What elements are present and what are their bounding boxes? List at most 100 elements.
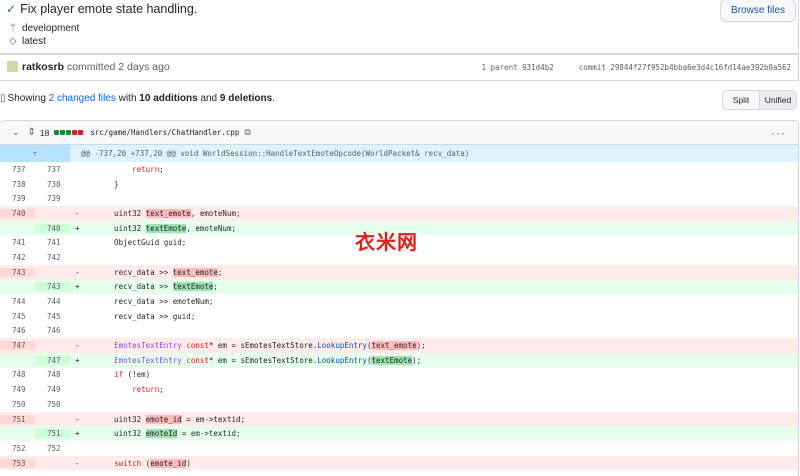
expand-icon[interactable]: ⇕ <box>28 127 36 138</box>
branch-icon: ᛘ <box>10 23 16 34</box>
new-line-number[interactable]: 743 <box>35 282 70 292</box>
browse-files-button[interactable]: Browse files <box>720 0 796 22</box>
new-line-number[interactable]: 749 <box>35 385 70 394</box>
tag-icon: ⬦ <box>9 36 17 47</box>
context-line: 745 745 recv_data >> guid; <box>0 309 798 324</box>
tag-row[interactable]: ⬦ latest <box>7 36 46 47</box>
deletions-count: 9 deletions <box>219 93 273 104</box>
new-line-number[interactable]: 741 <box>35 238 70 247</box>
context-line: 749 749 return; <box>0 382 798 397</box>
added-line: 751 + uint32 emoteId = em->textid; <box>0 426 798 442</box>
deleted-line: 740 - uint32 text_emote, emoteNum; <box>0 206 798 221</box>
new-line-number[interactable]: 742 <box>35 253 70 262</box>
kebab-menu-icon[interactable]: ··· <box>771 126 786 140</box>
commit-meta: 1 parent 931d4b2 commit 29844f27f952b4bb… <box>481 63 791 72</box>
new-line-number[interactable]: 748 <box>35 370 70 379</box>
code-text: switch (emote_id) <box>114 458 191 468</box>
hunk-header: ⇡ @@ -737,20 +737,20 @@ void WorldSessio… <box>0 145 798 162</box>
code-text: EmotesTextEntry const* em = sEmotesTextS… <box>114 355 422 365</box>
new-line-number[interactable]: 752 <box>35 444 70 453</box>
old-line-number[interactable]: 740 <box>0 208 35 218</box>
new-line-number[interactable]: 739 <box>35 194 70 203</box>
branch-name[interactable]: development <box>22 23 79 34</box>
old-line-number[interactable]: 738 <box>0 180 35 189</box>
tag-name[interactable]: latest <box>22 36 46 47</box>
old-line-number[interactable]: 752 <box>0 444 35 453</box>
unified-view-button[interactable]: Unified <box>760 91 796 109</box>
old-line-number[interactable]: 750 <box>0 400 35 409</box>
context-line: 738 738 } <box>0 177 798 192</box>
added-line: 743 + recv_data >> textEmote; <box>0 279 798 295</box>
code-text: recv_data >> textEmote; <box>96 282 218 292</box>
avatar[interactable] <box>7 61 18 72</box>
file-diff-icon: ▯ <box>0 93 6 104</box>
new-line-number[interactable]: 744 <box>35 297 70 306</box>
changes-count: 18 <box>39 127 50 138</box>
check-icon: ✓ <box>6 2 17 16</box>
context-line: 750 750 <box>0 397 798 412</box>
context-line: 746 746 <box>0 324 798 339</box>
author-line: ratkosrb committed 2 days ago <box>22 61 170 73</box>
diff-sign: + <box>75 282 80 292</box>
watermark: 衣米网 <box>355 230 418 254</box>
commit-sha: 29844f27f952b4bba6e3d4c16fd14ae392b0a562 <box>610 63 791 72</box>
deleted-line: 743 - recv_data >> text_emote; <box>0 264 798 280</box>
diff-sign: - <box>75 458 80 468</box>
diff-sign: - <box>75 267 80 277</box>
code-text: return; <box>132 164 164 174</box>
expand-up-icon[interactable]: ⇡ <box>0 145 70 162</box>
diff-sign: - <box>75 341 80 351</box>
additions-count: 10 additions <box>139 93 198 104</box>
old-line-number[interactable]: 751 <box>0 414 35 424</box>
old-line-number[interactable]: 739 <box>0 194 35 203</box>
file-path[interactable]: src/game/Handlers/ChatHandler.cpp <box>90 128 239 137</box>
new-line-number[interactable]: 745 <box>35 312 70 321</box>
code-text: uint32 text_emote, emoteNum; <box>96 208 241 218</box>
old-line-number[interactable]: 737 <box>0 165 35 174</box>
committed-time: committed 2 days ago <box>66 61 170 73</box>
old-line-number[interactable]: 749 <box>0 385 35 394</box>
context-line: 739 739 <box>0 191 798 206</box>
old-line-number[interactable]: 742 <box>0 253 35 262</box>
parent-sha[interactable]: 931d4b2 <box>522 63 554 72</box>
old-line-number[interactable]: 744 <box>0 297 35 306</box>
diff-view-toggle: Split Unified <box>722 90 797 110</box>
old-line-number[interactable]: 746 <box>0 326 35 335</box>
new-line-number[interactable]: 747 <box>35 355 70 365</box>
code-text: uint32 textEmote, emoteNum; <box>96 223 236 233</box>
diff-stats: ▯ Showing 2 changed files with 10 additi… <box>0 93 275 104</box>
branch-row[interactable]: ᛘ development <box>7 23 79 34</box>
file-header: ⌄ ⇕ 18 src/game/Handlers/ChatHandler.cpp… <box>0 121 798 145</box>
changed-files-link[interactable]: 2 changed files <box>49 93 116 104</box>
old-line-number[interactable]: 748 <box>0 370 35 379</box>
new-line-number[interactable]: 737 <box>35 165 70 174</box>
diff-sign: - <box>75 414 80 424</box>
new-line-number[interactable]: 746 <box>35 326 70 335</box>
hunk-text: @@ -737,20 +737,20 @@ void WorldSession:… <box>81 149 470 158</box>
context-line: 748 748 if (!em) <box>0 368 798 383</box>
new-line-number[interactable]: 740 <box>35 223 70 233</box>
old-line-number[interactable]: 745 <box>0 312 35 321</box>
old-line-number[interactable]: 743 <box>0 267 35 277</box>
commit-header: ✓ Fix player emote state handling. ᛘ dev… <box>0 0 799 54</box>
diffstat-blocks <box>54 130 84 135</box>
copy-icon[interactable]: ⧉ <box>244 127 250 138</box>
diff-sign: - <box>75 208 80 218</box>
code-text: EmotesTextEntry const* em = sEmotesTextS… <box>114 341 426 351</box>
old-line-number[interactable]: 753 <box>0 458 35 468</box>
new-line-number[interactable]: 738 <box>35 180 70 189</box>
code-text: uint32 emoteId = em->textid; <box>96 429 241 439</box>
parent-label: 1 parent <box>481 63 518 72</box>
new-line-number[interactable]: 750 <box>35 400 70 409</box>
code-text: } <box>96 179 119 189</box>
old-line-number[interactable]: 741 <box>0 238 35 247</box>
chevron-down-icon[interactable]: ⌄ <box>12 127 20 138</box>
author-name[interactable]: ratkosrb <box>22 61 64 73</box>
code-text: recv_data >> text_emote; <box>96 267 223 277</box>
old-line-number[interactable]: 747 <box>0 341 35 351</box>
code-text: recv_data >> guid; <box>96 311 196 321</box>
code-text: return; <box>132 385 164 395</box>
new-line-number[interactable]: 751 <box>35 429 70 439</box>
split-view-button[interactable]: Split <box>723 91 760 109</box>
context-line: 744 744 recv_data >> emoteNum; <box>0 294 798 309</box>
